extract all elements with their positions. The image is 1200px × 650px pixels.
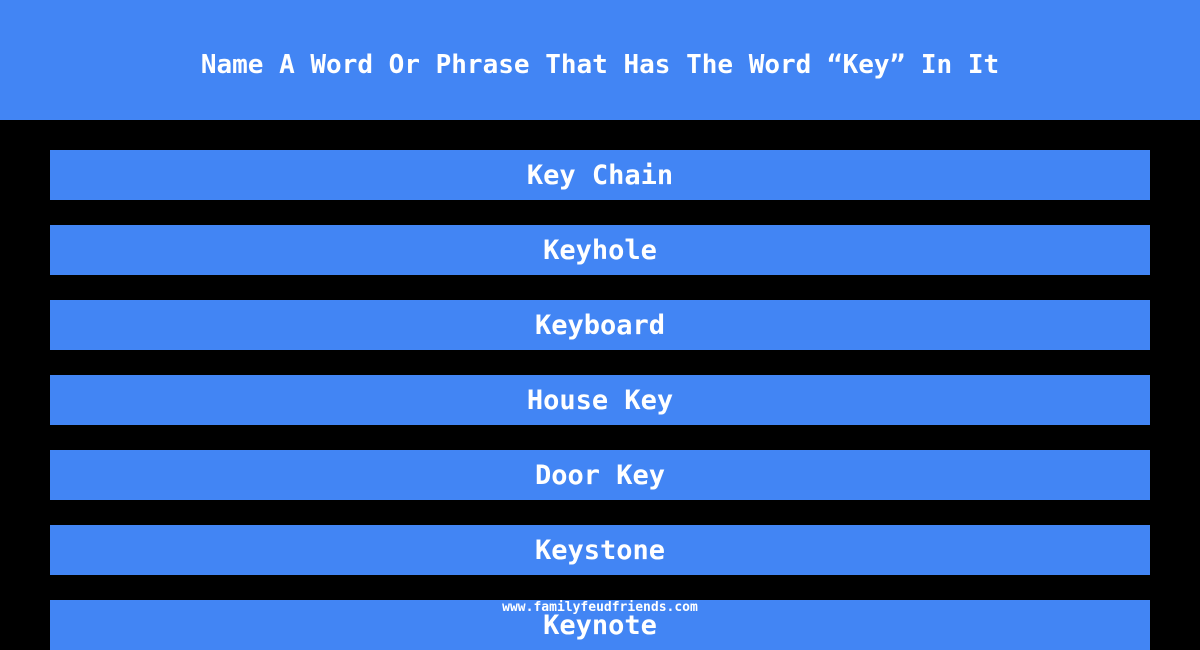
question-header: Name A Word Or Phrase That Has The Word … <box>0 0 1200 120</box>
answer-item: Keyhole <box>50 225 1150 275</box>
answer-item: Keystone <box>50 525 1150 575</box>
site-watermark: www.familyfeudfriends.com <box>502 600 698 615</box>
answer-item: Door Key <box>50 450 1150 500</box>
answer-item: Keyboard <box>50 300 1150 350</box>
question-title: Name A Word Or Phrase That Has The Word … <box>200 50 1000 80</box>
answer-item: House Key <box>50 375 1150 425</box>
answer-item: Key Chain <box>50 150 1150 200</box>
